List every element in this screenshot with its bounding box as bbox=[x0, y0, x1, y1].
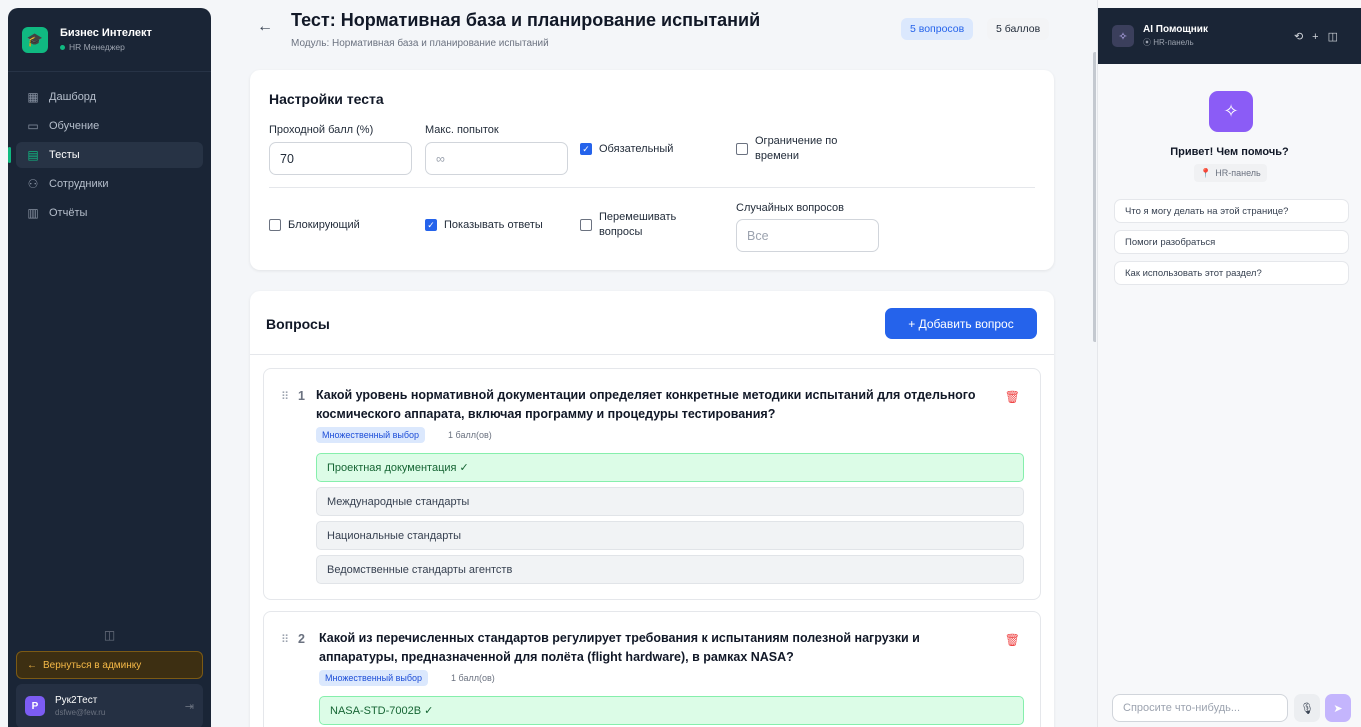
question-type-badge: Множественный выбор bbox=[319, 670, 429, 686]
user-name: Рук2Тест bbox=[55, 695, 98, 706]
question-number: 1 bbox=[298, 389, 305, 403]
page-title: Тест: Нормативная база и планирование ис… bbox=[291, 10, 761, 30]
sidebar-item-tests[interactable]: ▤ Тесты bbox=[8, 142, 203, 168]
plus-icon[interactable]: + bbox=[1312, 31, 1327, 43]
brand[interactable]: 🎓 Бизнес Интелект HR Менеджер bbox=[8, 8, 211, 72]
user-card[interactable]: Р Рук2Тест dsfwe@few.ru ⇥ bbox=[16, 684, 203, 727]
show-answers-checkbox[interactable]: ✓ Показывать ответы bbox=[425, 219, 543, 231]
divider bbox=[250, 354, 1054, 355]
send-icon[interactable]: ➤ bbox=[1325, 694, 1351, 722]
assistant-header: ✧ AI Помощник ⦿ HR-панель ⟲+◫ bbox=[1098, 8, 1361, 64]
answer-option[interactable]: Национальные стандарты bbox=[316, 521, 1024, 550]
main-content: ← Тест: Нормативная база и планирование … bbox=[211, 0, 1096, 727]
time-limit-checkbox[interactable]: Ограничение по времени bbox=[736, 134, 866, 164]
settings-title: Настройки теста bbox=[269, 91, 384, 107]
divider bbox=[269, 187, 1035, 188]
assistant-title: AI Помощник bbox=[1143, 24, 1208, 35]
question-points: 1 балл(ов) bbox=[448, 430, 492, 440]
users-icon: ⚇ bbox=[27, 177, 39, 191]
brand-title: Бизнес Интелект bbox=[60, 27, 152, 39]
context-badge: 📍 HR-панель bbox=[1194, 164, 1267, 182]
question-card[interactable]: ⠿ 1 Какой уровень нормативной документац… bbox=[263, 368, 1041, 600]
bar-chart-icon: ▥ bbox=[27, 206, 39, 220]
pass-score-input[interactable]: 70 bbox=[269, 142, 412, 175]
back-to-admin-button[interactable]: ← Вернуться в админку bbox=[16, 651, 203, 679]
question-card[interactable]: ⠿ 2 Какой из перечисленных стандартов ре… bbox=[263, 611, 1041, 727]
add-question-button[interactable]: + Добавить вопрос bbox=[885, 308, 1037, 339]
status-dot-icon bbox=[60, 44, 65, 50]
trash-icon[interactable]: 🗑 bbox=[1005, 390, 1020, 404]
question-type-badge: Множественный выбор bbox=[316, 427, 426, 443]
scrollbar[interactable] bbox=[1093, 52, 1096, 342]
collapse-sidebar-icon[interactable]: ◫ bbox=[8, 628, 211, 642]
pass-score-label: Проходной балл (%) bbox=[269, 124, 374, 136]
history-icon[interactable]: ⟲ bbox=[1294, 31, 1312, 43]
points-badge: 5 баллов bbox=[987, 18, 1050, 40]
max-attempts-label: Макс. попыток bbox=[425, 124, 499, 136]
assistant-context: HR-панель bbox=[1153, 38, 1194, 47]
random-questions-label: Случайных вопросов bbox=[736, 202, 845, 214]
sidebar: 🎓 Бизнес Интелект HR Менеджер ▦ Дашборд ▭… bbox=[8, 8, 211, 727]
sparkle-icon: ✧ bbox=[1209, 91, 1253, 132]
trash-icon[interactable]: 🗑 bbox=[1005, 633, 1020, 647]
sparkle-icon: ✧ bbox=[1112, 25, 1134, 47]
sidebar-item-dashboard[interactable]: ▦ Дашборд bbox=[16, 84, 203, 110]
header: ← Тест: Нормативная база и планирование … bbox=[211, 0, 1096, 56]
graduation-cap-icon: 🎓 bbox=[22, 26, 48, 53]
user-email: dsfwe@few.ru bbox=[55, 708, 106, 717]
page-subtitle: Модуль: Нормативная база и планирование … bbox=[291, 38, 549, 49]
location-pin-icon: 📍 bbox=[1200, 167, 1212, 178]
questions-count-badge: 5 вопросов bbox=[901, 18, 974, 40]
answer-option[interactable]: NASA-STD-7002B ✓ bbox=[319, 696, 1024, 725]
questions-title: Вопросы bbox=[266, 316, 330, 332]
panel-icon[interactable]: ◫ bbox=[1328, 31, 1347, 43]
answer-option[interactable]: Международные стандарты bbox=[316, 487, 1024, 516]
book-icon: ▭ bbox=[27, 119, 39, 133]
drag-handle-icon[interactable]: ⠿ bbox=[281, 390, 289, 403]
blocking-checkbox[interactable]: Блокирующий bbox=[269, 219, 360, 231]
sidebar-item-learning[interactable]: ▭ Обучение bbox=[16, 113, 203, 139]
assistant-panel: ✧ AI Помощник ⦿ HR-панель ⟲+◫ ✧ Привет! … bbox=[1097, 0, 1361, 727]
question-text: Какой уровень нормативной документации о… bbox=[316, 388, 976, 421]
microphone-icon[interactable]: 🎙 bbox=[1294, 694, 1320, 722]
avatar: Р bbox=[25, 696, 45, 716]
shuffle-checkbox[interactable]: Перемешивать вопросы bbox=[580, 210, 700, 240]
max-attempts-input[interactable]: ∞ bbox=[425, 142, 568, 175]
logout-icon[interactable]: ⇥ bbox=[185, 700, 194, 713]
settings-card: Настройки теста Проходной балл (%) 70 Ма… bbox=[250, 70, 1054, 270]
question-points: 1 балл(ов) bbox=[451, 673, 495, 683]
back-arrow-icon[interactable]: ← bbox=[257, 18, 273, 36]
assistant-input[interactable]: Спросите что-нибудь... bbox=[1112, 694, 1288, 722]
questions-card: Вопросы + Добавить вопрос ⠿ 1 Какой уров… bbox=[250, 291, 1054, 727]
arrow-left-icon: ← bbox=[27, 659, 37, 671]
suggestion-chip[interactable]: Помоги разобраться bbox=[1114, 230, 1349, 254]
check-icon: ✓ bbox=[425, 219, 437, 231]
brand-role: HR Менеджер bbox=[69, 42, 125, 52]
drag-handle-icon[interactable]: ⠿ bbox=[281, 633, 289, 646]
sidebar-item-reports[interactable]: ▥ Отчёты bbox=[16, 200, 203, 226]
sidebar-item-employees[interactable]: ⚇ Сотрудники bbox=[16, 171, 203, 197]
assistant-greeting: Привет! Чем помочь? bbox=[1170, 146, 1289, 158]
question-text: Какой из перечисленных стандартов регули… bbox=[319, 631, 920, 664]
answer-option[interactable]: Ведомственные стандарты агентств bbox=[316, 555, 1024, 584]
suggestion-chip[interactable]: Что я могу делать на этой странице? bbox=[1114, 199, 1349, 223]
random-questions-input[interactable]: Все bbox=[736, 219, 879, 252]
question-number: 2 bbox=[298, 632, 305, 646]
check-icon: ✓ bbox=[580, 143, 592, 155]
grid-icon: ▦ bbox=[27, 90, 39, 104]
clipboard-icon: ▤ bbox=[27, 148, 39, 162]
mandatory-checkbox[interactable]: ✓ Обязательный bbox=[580, 143, 673, 155]
location-pin-icon: ⦿ bbox=[1143, 38, 1154, 47]
sidebar-nav: ▦ Дашборд ▭ Обучение ▤ Тесты ⚇ Сотрудники ▥ О… bbox=[8, 72, 211, 226]
answer-option[interactable]: Проектная документация ✓ bbox=[316, 453, 1024, 482]
suggestion-chip[interactable]: Как использовать этот раздел? bbox=[1114, 261, 1349, 285]
